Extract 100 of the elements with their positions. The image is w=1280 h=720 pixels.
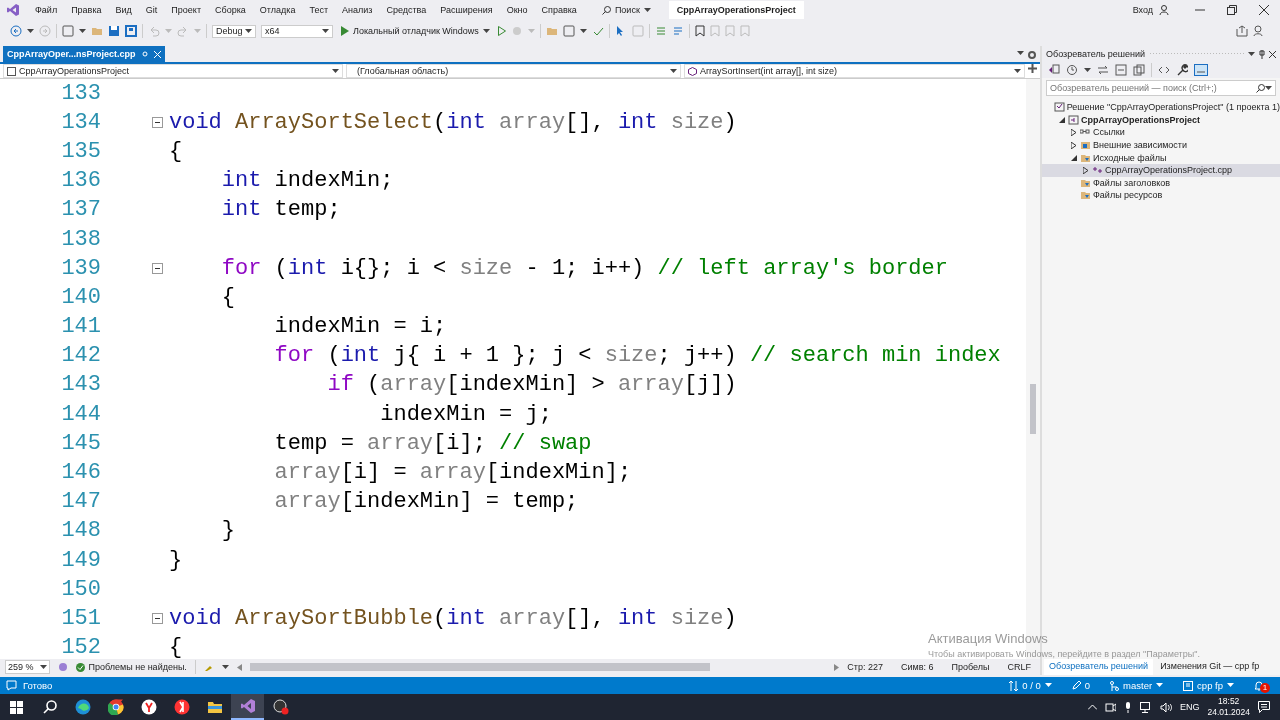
collapse-all-icon[interactable] — [1115, 64, 1127, 76]
save-icon[interactable] — [108, 25, 120, 37]
menu-item[interactable]: Справка — [534, 5, 584, 15]
repository-indicator[interactable]: cpp fp — [1183, 680, 1234, 691]
collapse-icon[interactable] — [152, 263, 163, 275]
preview-icon[interactable] — [1194, 64, 1208, 76]
tree-item[interactable]: CppArrayOperationsProject.cpp — [1042, 163, 1280, 177]
scrollbar-thumb[interactable] — [249, 663, 710, 671]
menu-item[interactable]: Анализ — [335, 5, 380, 15]
caret-icon[interactable] — [322, 28, 329, 34]
volume-icon[interactable] — [1159, 701, 1172, 713]
microphone-icon[interactable] — [1123, 701, 1132, 713]
window-icon[interactable] — [562, 25, 575, 37]
caret-icon[interactable] — [1227, 683, 1234, 688]
collapse-icon[interactable] — [152, 613, 163, 625]
caret-icon[interactable] — [579, 28, 587, 34]
tree-item[interactable]: Ссылки — [1042, 126, 1280, 139]
zoom-dropdown[interactable]: 259 % — [5, 660, 50, 674]
play-outline-icon[interactable] — [497, 26, 506, 36]
spell-check-icon[interactable] — [591, 25, 604, 37]
sync-indicator[interactable]: 0 / 0 — [1009, 680, 1052, 691]
caret-icon[interactable] — [1017, 51, 1024, 56]
settings-icon[interactable] — [1028, 51, 1036, 59]
close-icon[interactable] — [1269, 50, 1276, 58]
project-dropdown[interactable]: CppArrayOperationsProject — [3, 64, 343, 78]
pin-icon[interactable] — [1259, 49, 1265, 59]
menu-item[interactable]: Средства — [379, 5, 434, 15]
tree-item[interactable]: CppArrayOperationsProject — [1042, 113, 1280, 127]
line-ending-indicator[interactable]: CRLF — [1007, 662, 1031, 672]
expanded-arrow-icon[interactable] — [1070, 154, 1077, 161]
caret-icon[interactable] — [670, 68, 677, 74]
menu-item[interactable]: Вид — [108, 5, 139, 15]
caret-icon[interactable] — [27, 28, 34, 34]
bookmark-icon[interactable] — [694, 25, 705, 37]
menu-item[interactable]: Тест — [302, 5, 336, 15]
scroll-right-icon[interactable] — [834, 663, 840, 671]
tree-item[interactable]: Решение "CppArrayOperationsProject" (1 проекта 1) — [1042, 101, 1280, 114]
notifications-button[interactable] — [1254, 680, 1264, 691]
close-icon[interactable] — [1259, 5, 1269, 15]
caret-icon[interactable] — [1248, 51, 1255, 57]
add-icon[interactable] — [1028, 64, 1037, 73]
caret-icon[interactable] — [39, 664, 47, 670]
caret-icon[interactable] — [1044, 683, 1052, 688]
panel-tab[interactable]: Обозреватель решений — [1044, 659, 1154, 675]
switch-views-icon[interactable] — [1048, 64, 1060, 76]
menu-item[interactable]: Сборка — [208, 5, 253, 15]
whitespace-indicator[interactable]: Пробелы — [951, 662, 990, 672]
notification-center-icon[interactable] — [1258, 701, 1270, 713]
menu-item[interactable]: Git — [138, 5, 165, 15]
clock[interactable]: 18:52 24.01.2024 — [1207, 696, 1250, 718]
save-all-icon[interactable] — [125, 25, 137, 37]
menu-item[interactable]: Правка — [64, 5, 109, 15]
tree-item[interactable]: Исходные файлы — [1042, 151, 1280, 164]
history-icon[interactable] — [1066, 64, 1078, 76]
chevron-up-icon[interactable] — [1087, 704, 1097, 710]
wrench-icon[interactable] — [1176, 64, 1188, 76]
platform-dropdown[interactable]: x64 — [261, 24, 333, 38]
scope-dropdown[interactable]: (Глобальная область) — [346, 64, 681, 78]
menu-item[interactable]: Окно — [499, 5, 535, 15]
menu-item[interactable]: Файл — [28, 5, 65, 15]
camera-icon[interactable] — [1104, 701, 1116, 713]
problems-indicator[interactable]: Проблемы не найдены. — [75, 662, 187, 672]
new-item-icon[interactable] — [62, 25, 74, 37]
language-indicator[interactable]: ENG — [1179, 702, 1200, 712]
menu-item[interactable]: Расширения — [433, 5, 500, 15]
search-button[interactable]: Поиск — [595, 5, 657, 15]
collapsed-arrow-icon[interactable] — [1083, 166, 1088, 174]
caret-icon[interactable] — [79, 28, 86, 34]
network-icon[interactable] — [1139, 701, 1152, 713]
search-field[interactable]: Обозреватель решений — поиск (Ctrl+;) — [1046, 80, 1276, 96]
search-icon[interactable] — [1256, 83, 1265, 93]
caret-icon[interactable] — [1156, 683, 1164, 688]
sync-icon[interactable] — [1097, 64, 1109, 76]
member-dropdown[interactable]: ArraySortInsert(int array[], int size) — [684, 64, 1025, 78]
collapse-icon[interactable] — [152, 117, 163, 129]
caret-icon[interactable] — [643, 7, 651, 13]
caret-icon[interactable] — [245, 28, 252, 34]
scrollbar-thumb[interactable] — [1030, 384, 1036, 434]
caret-icon[interactable] — [1084, 67, 1091, 73]
caret-icon[interactable] — [221, 664, 229, 670]
feedback-icon[interactable] — [1253, 25, 1265, 37]
start-debugging-button[interactable]: Локальный отладчик Windows — [338, 26, 493, 36]
branch-indicator[interactable]: master — [1110, 680, 1164, 691]
expanded-arrow-icon[interactable] — [1058, 116, 1065, 123]
tree-item[interactable]: Внешние зависимости — [1042, 138, 1280, 152]
panel-tab[interactable]: Изменения Git — cpp fp — [1155, 659, 1265, 675]
caret-icon[interactable] — [482, 28, 490, 34]
back-icon[interactable] — [10, 25, 22, 37]
sign-in-link[interactable]: Вход — [1132, 5, 1153, 15]
restore-icon[interactable] — [1227, 5, 1237, 15]
tree-item[interactable]: Файлы заголовков — [1042, 176, 1280, 190]
person-icon[interactable] — [1159, 4, 1170, 16]
caret-icon[interactable] — [1265, 85, 1272, 91]
tree-item[interactable]: Файлы ресурсов — [1042, 189, 1280, 202]
configuration-dropdown[interactable]: Debug — [212, 24, 256, 38]
show-all-files-icon[interactable] — [1133, 64, 1145, 76]
caret-icon[interactable] — [332, 68, 339, 74]
output-icon[interactable] — [6, 680, 17, 691]
code-icon[interactable] — [1158, 64, 1170, 76]
share-icon[interactable] — [1236, 25, 1248, 37]
